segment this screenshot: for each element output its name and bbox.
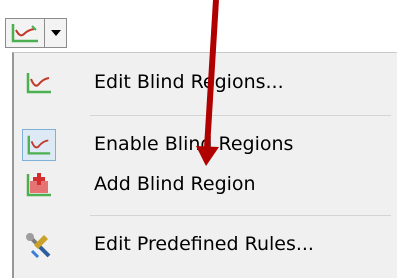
menu-item-edit-blind-regions[interactable]: Edit Blind Regions... (14, 63, 397, 103)
checked-state-frame (22, 129, 56, 161)
blind-region-chart-icon (26, 73, 51, 94)
menu-item-enable-blind-regions[interactable]: Enable Blind Regions (14, 125, 397, 165)
blind-region-chart-icon (27, 135, 51, 155)
menu-item-label: Edit Blind Regions... (94, 71, 284, 93)
dropdown-triangle-icon[interactable] (49, 24, 63, 42)
menu-item-label: Enable Blind Regions (94, 133, 294, 155)
add-blind-region-icon (26, 173, 51, 197)
split-divider (44, 19, 45, 47)
menu-separator (90, 215, 391, 216)
blind-region-chart-icon[interactable] (10, 22, 40, 44)
toolbar (0, 0, 397, 52)
menu-item-label: Edit Predefined Rules... (94, 233, 314, 255)
blind-regions-split-button[interactable] (5, 18, 67, 48)
menu-item-add-blind-region[interactable]: Add Blind Region (14, 165, 397, 205)
rules-wrench-icon (26, 233, 51, 259)
menu-item-edit-predefined-rules[interactable]: Edit Predefined Rules... (14, 225, 397, 265)
blind-regions-menu: Edit Blind Regions... Enable Blind Regio… (12, 52, 397, 278)
menu-separator (90, 115, 391, 116)
menu-item-label: Add Blind Region (94, 173, 256, 195)
